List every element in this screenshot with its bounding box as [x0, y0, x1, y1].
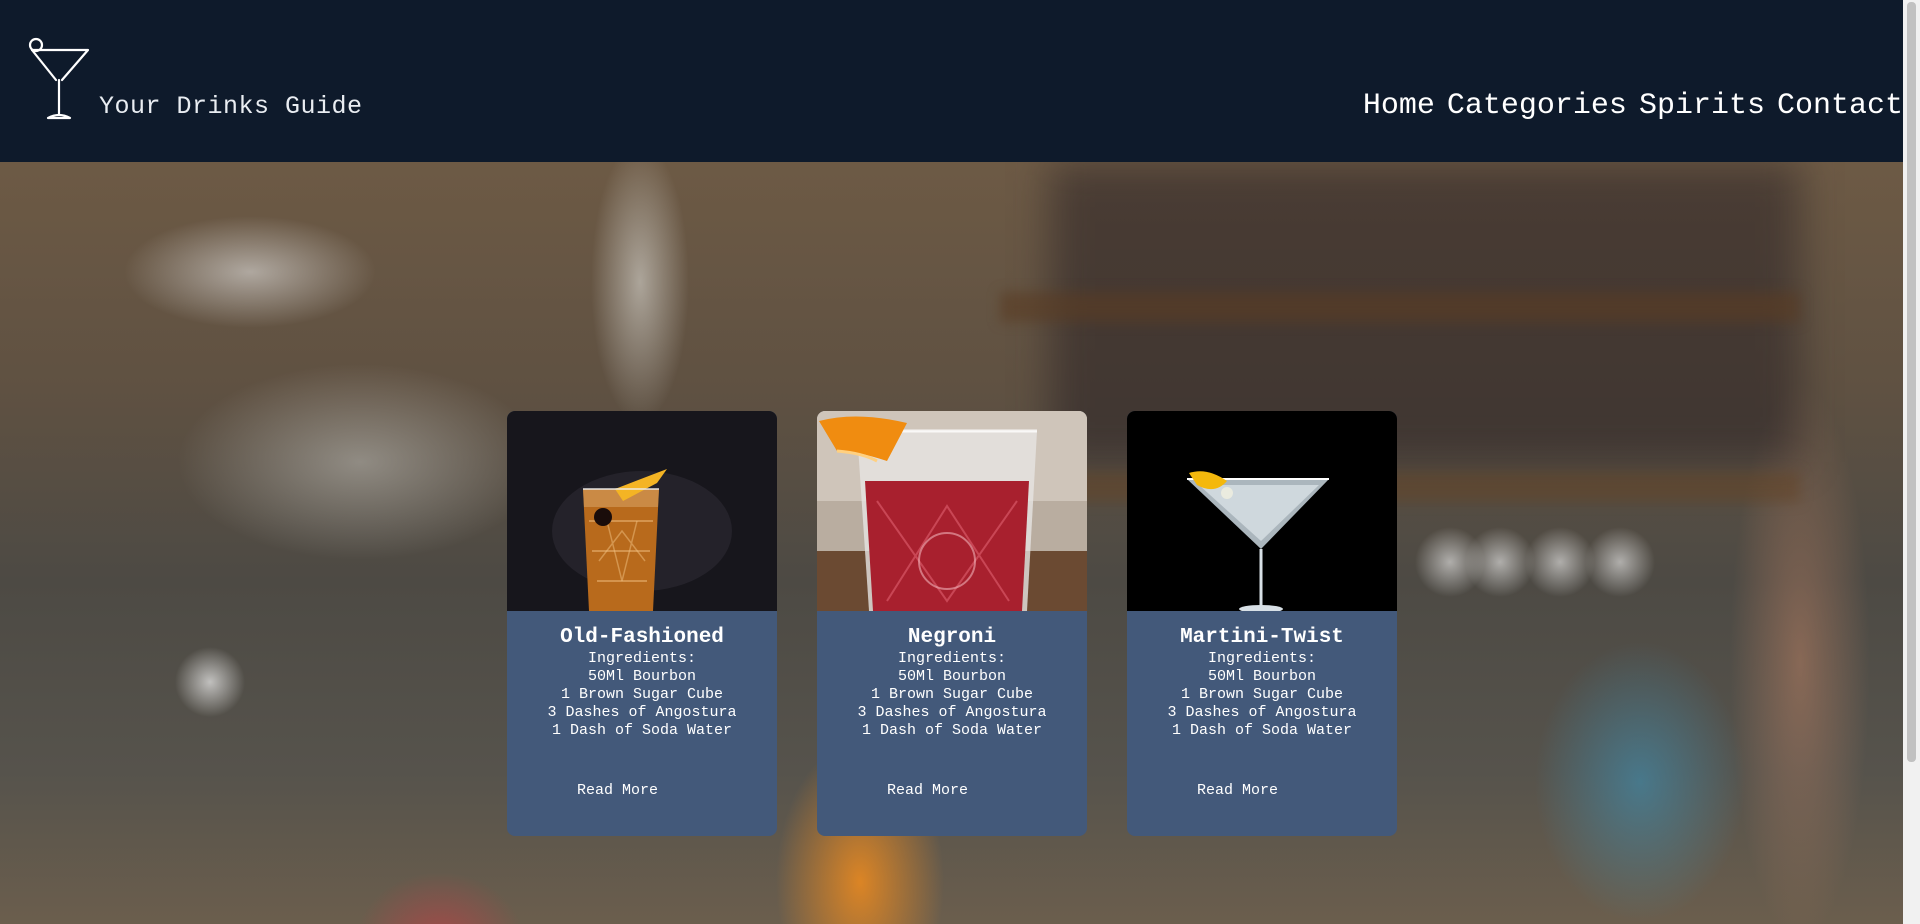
old-fashioned-image: [507, 411, 777, 611]
ingredient: 1 Dash of Soda Water: [1171, 722, 1353, 739]
brand-title[interactable]: Your Drinks Guide: [99, 92, 363, 121]
cocktail-cards: Old-Fashioned Ingredients: 50Ml Bourbon …: [507, 411, 1397, 836]
ingredient: 1 Dash of Soda Water: [551, 722, 733, 739]
martini-glass-icon[interactable]: [26, 36, 92, 121]
ingredients-label: Ingredients:: [1207, 650, 1317, 667]
card-title: Old-Fashioned: [560, 626, 724, 649]
ingredient: 3 Dashes of Angostura: [857, 704, 1047, 721]
ingredient: 50Ml Bourbon: [587, 668, 697, 685]
main-nav: Home Categories Spirits Contact: [1363, 86, 1903, 126]
read-more-link[interactable]: Read More: [577, 782, 658, 799]
ingredient: 50Ml Bourbon: [1207, 668, 1317, 685]
scrollbar-thumb[interactable]: [1907, 2, 1916, 762]
nav-home[interactable]: Home: [1363, 86, 1435, 126]
martini-twist-image: [1127, 411, 1397, 611]
page: Your Drinks Guide Home Categories Spirit…: [0, 0, 1920, 924]
read-more-link[interactable]: Read More: [887, 782, 968, 799]
site-header: Your Drinks Guide Home Categories Spirit…: [0, 0, 1903, 162]
ingredient: 50Ml Bourbon: [897, 668, 1007, 685]
ingredient: 1 Brown Sugar Cube: [560, 686, 724, 703]
page-scrollbar[interactable]: [1903, 0, 1920, 924]
ingredients-label: Ingredients:: [897, 650, 1007, 667]
ingredient: 3 Dashes of Angostura: [547, 704, 737, 721]
nav-categories[interactable]: Categories: [1447, 86, 1627, 126]
negroni-image: [817, 411, 1087, 611]
cocktail-card: Negroni Ingredients: 50Ml Bourbon 1 Brow…: [817, 411, 1087, 836]
ingredient: 1 Brown Sugar Cube: [1180, 686, 1344, 703]
nav-contact[interactable]: Contact: [1777, 86, 1903, 126]
cocktail-card: Old-Fashioned Ingredients: 50Ml Bourbon …: [507, 411, 777, 836]
read-more-link[interactable]: Read More: [1197, 782, 1278, 799]
cocktail-card: Martini-Twist Ingredients: 50Ml Bourbon …: [1127, 411, 1397, 836]
ingredients-label: Ingredients:: [587, 650, 697, 667]
nav-spirits[interactable]: Spirits: [1639, 86, 1765, 126]
ingredient: 1 Dash of Soda Water: [861, 722, 1043, 739]
ingredient: 3 Dashes of Angostura: [1167, 704, 1357, 721]
ingredient: 1 Brown Sugar Cube: [870, 686, 1034, 703]
card-title: Martini-Twist: [1180, 626, 1344, 649]
card-title: Negroni: [907, 626, 997, 649]
